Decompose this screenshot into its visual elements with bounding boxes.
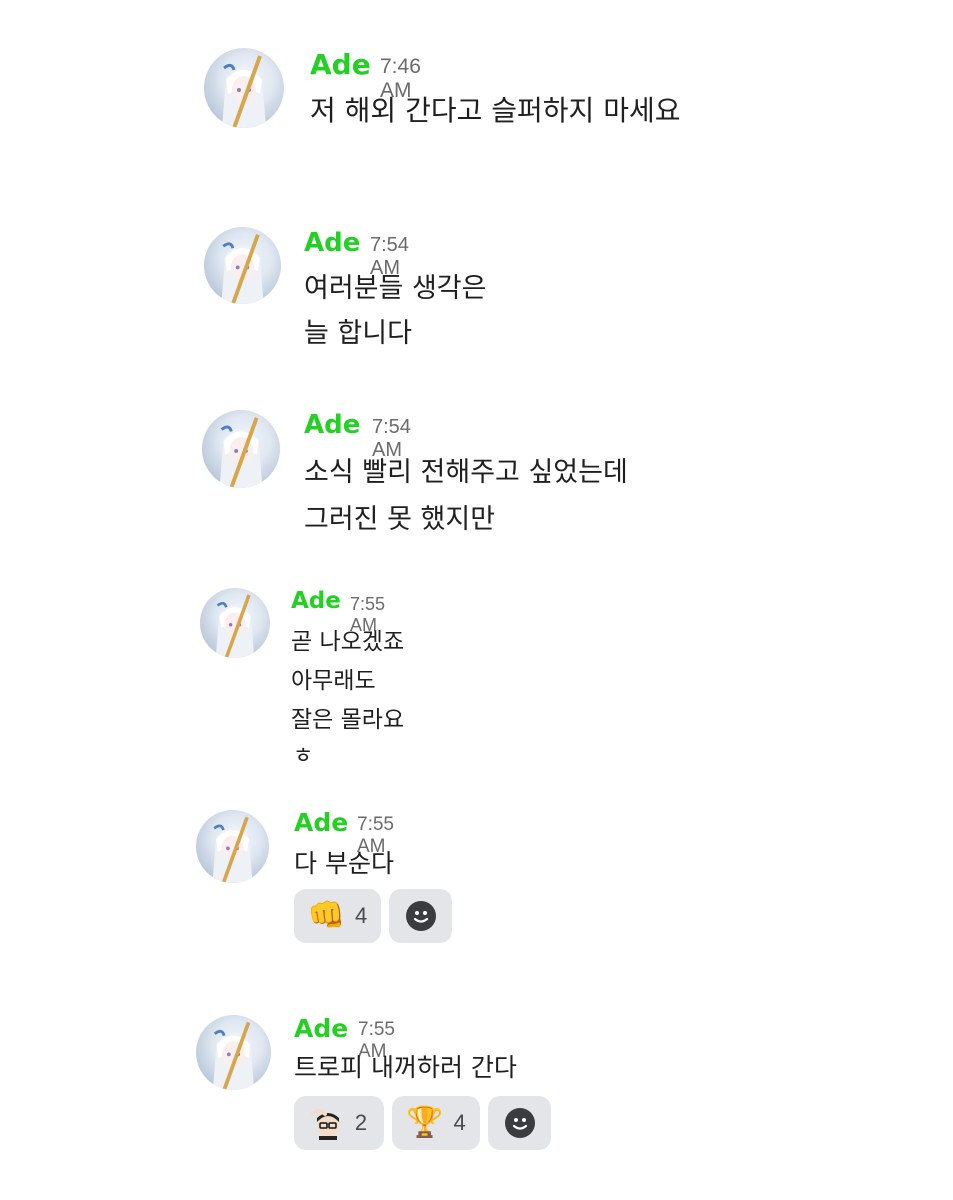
avatar-image-icon — [222, 55, 266, 128]
avatar[interactable] — [204, 227, 281, 304]
avatar-image-icon — [215, 594, 255, 658]
message-text: 저 해외 간다고 슬퍼하지 마세요 — [310, 94, 681, 127]
message-text: 아무래도 — [291, 668, 376, 694]
avatar-image-icon — [212, 1021, 255, 1090]
reaction-count: 4 — [453, 1110, 466, 1135]
avatar[interactable] — [200, 588, 270, 658]
avatar[interactable] — [196, 810, 269, 883]
reaction-fist[interactable]: 👊 4 — [294, 889, 381, 943]
reaction-count: 2 — [354, 1110, 368, 1135]
username[interactable]: Ade — [304, 228, 360, 258]
avatar[interactable] — [202, 410, 280, 488]
username[interactable]: Ade — [291, 588, 341, 614]
message-text: 잘은 몰라요 — [291, 707, 405, 733]
add-reaction-icon — [405, 901, 436, 931]
avatar-image-icon — [219, 417, 263, 488]
username[interactable]: Ade — [294, 808, 348, 837]
username[interactable]: Ade — [304, 410, 360, 440]
avatar-image-icon — [212, 816, 253, 883]
reaction-trophy[interactable]: 🏆 4 — [392, 1096, 480, 1150]
reaction-count: 4 — [355, 903, 368, 928]
message-text: 여러분들 생각은 — [304, 273, 487, 304]
add-reaction-button[interactable] — [488, 1096, 551, 1150]
reaction-custom-avatar[interactable]: 2 — [294, 1096, 384, 1150]
message-text: 다 부순다 — [294, 849, 394, 878]
message-text: ㅎ — [293, 744, 314, 769]
avatar[interactable] — [196, 1015, 271, 1090]
fist-icon: 👊 — [307, 898, 346, 933]
add-reaction-button[interactable] — [389, 889, 452, 943]
message-text: 그러진 못 했지만 — [304, 504, 496, 535]
message-text: 소식 빨리 전해주고 싶었는데 — [304, 457, 628, 488]
message-text: 곧 나오겠죠 — [291, 629, 405, 655]
message-text: 늘 합니다 — [304, 318, 412, 349]
username[interactable]: Ade — [294, 1014, 348, 1043]
message-text: 트로피 내꺼하러 간다 — [294, 1053, 517, 1082]
add-reaction-icon — [504, 1108, 535, 1138]
avatar-image-icon — [221, 234, 264, 304]
username[interactable]: Ade — [310, 48, 371, 81]
trophy-icon: 🏆 — [406, 1105, 444, 1140]
custom-avatar-emoji-icon — [310, 1106, 345, 1140]
avatar[interactable] — [204, 48, 284, 128]
